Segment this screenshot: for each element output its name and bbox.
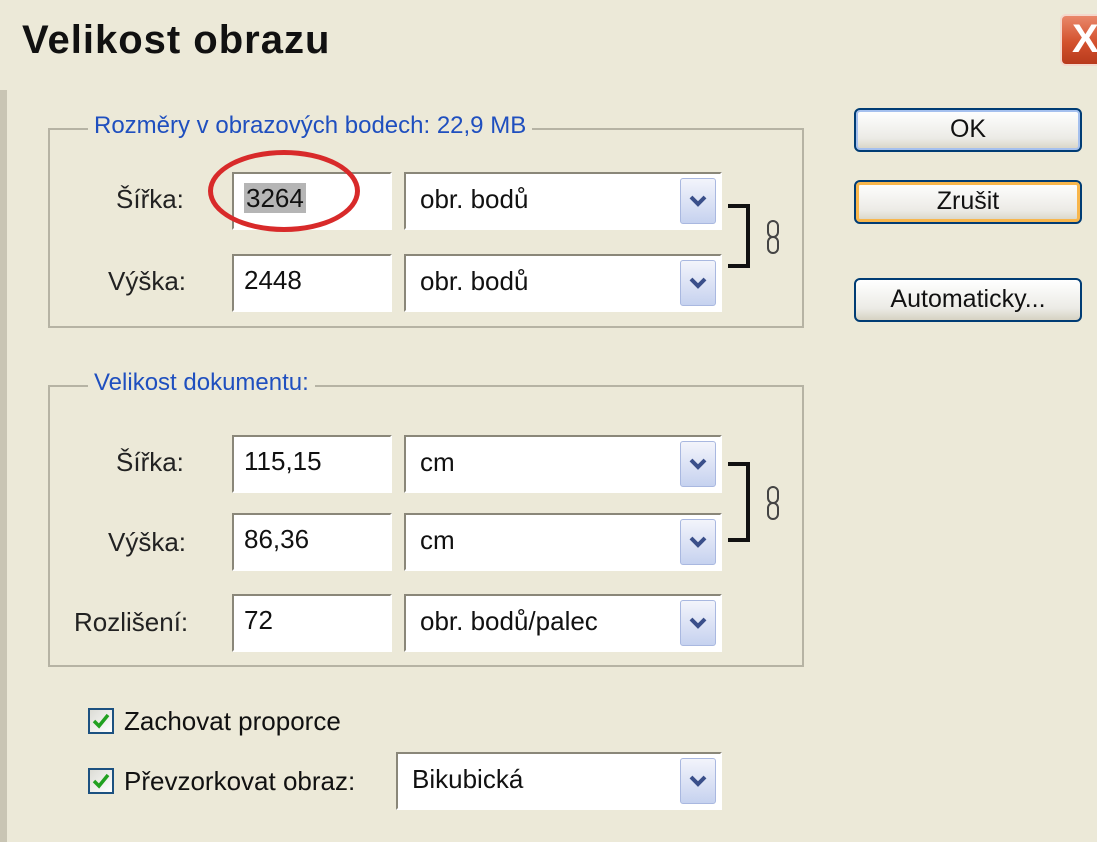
resample-method-select[interactable]: Bikubická <box>396 752 722 810</box>
cancel-button[interactable]: Zrušit <box>854 180 1082 224</box>
document-width-unit-select[interactable]: cm <box>404 435 722 493</box>
pixel-width-unit-select[interactable]: obr. bodů <box>404 172 722 230</box>
document-constrain-bracket <box>728 462 750 542</box>
auto-button[interactable]: Automaticky... <box>854 278 1082 322</box>
dialog-title: Velikost obrazu <box>22 18 331 62</box>
document-height-unit-select[interactable]: cm <box>404 513 722 571</box>
document-height-label: Výška: <box>108 527 187 557</box>
constrain-proportions-label: Zachovat proporce <box>124 706 341 736</box>
chain-link-icon <box>767 486 779 520</box>
constrain-proportions-checkbox[interactable] <box>88 708 114 734</box>
document-height-value: 86,36 <box>244 524 310 554</box>
chevron-down-icon[interactable] <box>680 441 716 487</box>
pixel-width-unit-value: obr. bodů <box>420 184 529 214</box>
pixel-width-input[interactable]: 3264 <box>232 172 392 230</box>
pixel-height-value: 2448 <box>244 265 302 295</box>
pixel-height-input[interactable]: 2448 <box>232 254 392 312</box>
pixel-height-unit-select[interactable]: obr. bodů <box>404 254 722 312</box>
pixel-height-label: Výška: <box>108 266 187 296</box>
pixel-height-unit-value: obr. bodů <box>420 266 529 296</box>
chevron-down-icon[interactable] <box>680 260 716 306</box>
document-height-input[interactable]: 86,36 <box>232 513 392 571</box>
title-bar: Velikost obrazu X <box>0 0 1097 90</box>
resolution-unit-value: obr. bodů/palec <box>420 606 598 636</box>
resolution-input[interactable]: 72 <box>232 594 392 652</box>
chevron-down-icon[interactable] <box>680 519 716 565</box>
document-size-legend: Velikost dokumentu: <box>88 369 315 397</box>
resolution-value: 72 <box>244 605 273 635</box>
checkmark-icon <box>92 713 110 729</box>
resolution-label: Rozlišení: <box>74 607 189 637</box>
chevron-down-icon[interactable] <box>680 600 716 646</box>
document-width-unit-value: cm <box>420 447 455 477</box>
document-width-label: Šířka: <box>116 447 184 477</box>
pixel-width-value: 3264 <box>244 183 306 213</box>
document-width-value: 115,15 <box>244 446 322 476</box>
resample-image-checkbox[interactable] <box>88 768 114 794</box>
window-left-border <box>0 90 7 842</box>
resample-method-value: Bikubická <box>412 764 524 794</box>
resample-image-label: Převzorkovat obraz: <box>124 766 356 796</box>
resolution-unit-select[interactable]: obr. bodů/palec <box>404 594 722 652</box>
pixel-width-label: Šířka: <box>116 184 184 214</box>
checkmark-icon <box>92 773 110 789</box>
chevron-down-icon[interactable] <box>680 758 716 804</box>
pixel-dimensions-legend: Rozměry v obrazových bodech: 22,9 MB <box>88 112 533 140</box>
chain-link-icon <box>767 220 779 254</box>
constrain-bracket <box>728 204 750 268</box>
close-button[interactable]: X <box>1060 14 1097 66</box>
ok-button[interactable]: OK <box>854 108 1082 152</box>
document-height-unit-value: cm <box>420 525 455 555</box>
document-width-input[interactable]: 115,15 <box>232 435 392 493</box>
chevron-down-icon[interactable] <box>680 178 716 224</box>
